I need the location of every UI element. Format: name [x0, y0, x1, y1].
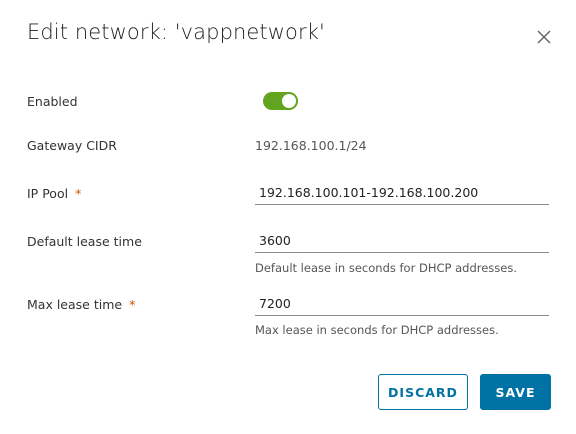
- close-icon: [537, 30, 551, 44]
- edit-network-dialog: Edit network: 'vappnetwork' Enabled Gate…: [0, 0, 576, 434]
- gateway-cidr-value: 192.168.100.1/24: [255, 138, 367, 153]
- default-lease-time-label: Default lease time: [27, 234, 142, 249]
- toggle-knob: [282, 94, 296, 108]
- ip-pool-label-text: IP Pool: [27, 186, 69, 201]
- max-lease-time-label: Max lease time *: [27, 297, 135, 312]
- ip-pool-input[interactable]: [255, 181, 549, 205]
- dialog-title: Edit network: 'vappnetwork': [27, 20, 325, 44]
- enabled-label: Enabled: [27, 94, 78, 109]
- close-button[interactable]: [534, 27, 554, 47]
- gateway-cidr-label: Gateway CIDR: [27, 138, 117, 153]
- default-lease-time-helper: Default lease in seconds for DHCP addres…: [255, 261, 518, 275]
- save-button[interactable]: SAVE: [480, 374, 551, 410]
- ip-pool-required-marker: *: [75, 186, 82, 201]
- max-lease-time-helper: Max lease in seconds for DHCP addresses.: [255, 323, 499, 337]
- ip-pool-label: IP Pool *: [27, 186, 81, 201]
- default-lease-time-input[interactable]: [255, 229, 549, 253]
- enabled-toggle[interactable]: [263, 92, 298, 110]
- max-lease-time-label-text: Max lease time: [27, 297, 123, 312]
- max-lease-time-required-marker: *: [129, 297, 136, 312]
- discard-button[interactable]: DISCARD: [378, 374, 468, 410]
- max-lease-time-input[interactable]: [255, 292, 549, 316]
